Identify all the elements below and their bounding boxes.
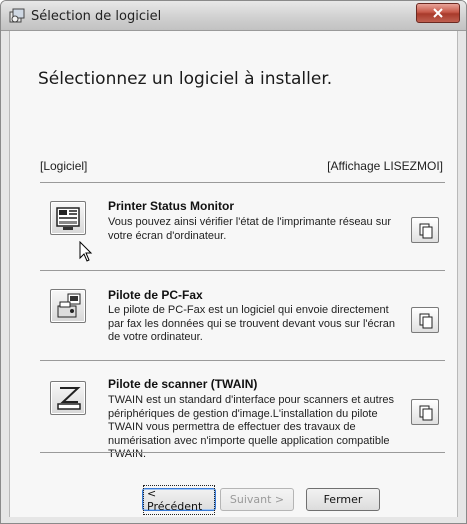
readme-pc-fax-button[interactable] [411,307,439,333]
page-heading: Sélectionnez un logiciel à installer. [38,69,333,89]
item-title: Pilote de scanner (TWAIN) [108,377,258,391]
list-item-pc-fax: Pilote de PC-Fax Le pilote de PC-Fax est… [40,277,445,359]
item-description: Vous pouvez ainsi vérifier l'état de l'i… [108,216,392,242]
mouse-pointer-icon [79,241,93,262]
close-button[interactable]: Fermer [306,488,380,511]
document-copy-icon [419,223,433,239]
separator [40,270,445,271]
next-button[interactable]: Suivant > [220,488,294,511]
software-column-label: [Logiciel] [40,159,88,173]
item-title: Pilote de PC-Fax [108,288,203,302]
list-item-twain-scanner: Pilote de scanner (TWAIN) TWAIN est un s… [40,367,445,460]
installer-window: Sélection de logiciel Sélectionnez un lo… [0,0,467,524]
back-button-label: < Précédent [143,484,215,515]
readme-column-label: [Affichage LISEZMOI] [327,159,443,173]
window-title: Sélection de logiciel [31,9,162,24]
item-description: Le pilote de PC-Fax est un logiciel qui … [108,304,396,343]
title-bar: Sélection de logiciel [1,1,466,31]
list-item-printer-status-monitor: Printer Status Monitor Vous pouvez ainsi… [40,189,445,269]
dialog-content: Sélectionnez un logiciel à installer. [L… [9,31,458,517]
close-button-label: Fermer [323,493,363,506]
install-printer-status-monitor-button[interactable] [50,201,86,235]
next-button-label: Suivant > [229,493,285,506]
printer-status-monitor-icon [56,207,80,230]
separator [40,182,445,183]
separator [40,452,445,453]
document-copy-icon [419,313,433,329]
readme-printer-status-monitor-button[interactable] [411,217,439,243]
close-x-icon [433,8,443,18]
document-copy-icon [419,405,433,421]
install-pc-fax-button[interactable] [50,289,86,323]
installer-app-icon [9,8,25,23]
item-title: Printer Status Monitor [108,199,235,213]
readme-twain-scanner-button[interactable] [411,399,439,425]
separator [40,360,445,361]
pc-fax-icon [57,293,81,318]
scanner-icon [57,387,81,410]
close-window-button[interactable] [416,3,460,23]
install-twain-scanner-button[interactable] [50,381,86,415]
back-button[interactable]: < Précédent [142,484,216,515]
